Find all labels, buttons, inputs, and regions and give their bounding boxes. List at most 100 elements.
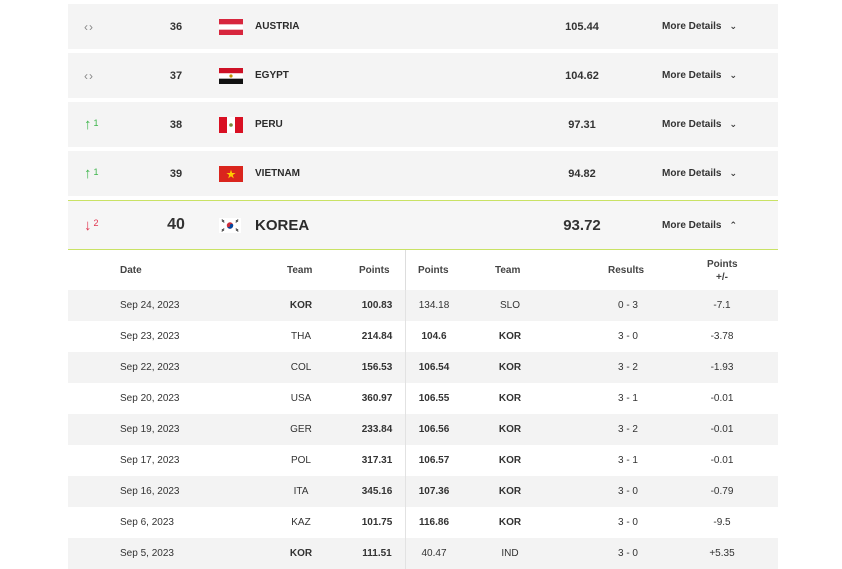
cell-points: 345.16: [361, 486, 393, 497]
cell-opp-team: KOR: [498, 455, 522, 466]
cell-date: Sep 16, 2023: [120, 486, 180, 497]
ranking-row[interactable]: ‹› 37 EGYPT 104.62 More Details ⌄: [68, 53, 778, 98]
cell-result: 3 - 0: [617, 486, 638, 497]
cell-points-change: -1.93: [710, 362, 734, 373]
cell-team: COL: [290, 362, 312, 373]
cell-date: Sep 6, 2023: [120, 517, 174, 528]
country-name: KOREA: [255, 216, 310, 234]
cell-opp-team: KOR: [498, 331, 522, 342]
chevron-down-icon: ⌄: [729, 21, 738, 31]
table-header: Date Team Points Points Team Results Poi…: [68, 250, 778, 290]
cell-team: KOR: [289, 300, 313, 311]
cell-points-change: +5.35: [709, 548, 735, 559]
column-divider: [405, 383, 406, 414]
cell-opp-points: 40.47: [421, 548, 447, 559]
more-details-button[interactable]: More Details ⌄: [662, 168, 737, 179]
header-team: Team: [287, 265, 313, 276]
header-change-sub: +/-: [716, 272, 728, 283]
cell-team: KAZ: [291, 517, 311, 528]
cell-points: 214.84: [361, 331, 393, 342]
rank-number: 36: [169, 20, 183, 33]
header-results: Results: [608, 265, 645, 276]
cell-opp-points: 106.56: [418, 424, 450, 435]
cell-opp-points: 116.86: [418, 517, 450, 528]
column-divider: [405, 507, 406, 538]
column-divider: [405, 352, 406, 383]
cell-points: 111.51: [362, 548, 392, 559]
ranking-row[interactable]: ↑ 1 38 PERU 97.31 More Details ⌄: [68, 102, 778, 147]
trend-up-icon: ↑ 1: [84, 116, 99, 133]
cell-points-change: -7.1: [713, 300, 731, 311]
ranking-row-expanded[interactable]: ↓ 2 40 KOREA 93.72 More Details ⌃: [68, 200, 778, 250]
ranking-points: 104.62: [565, 69, 599, 82]
rank-change: 2: [93, 218, 99, 228]
trend-unchanged-icon: ‹›: [84, 68, 94, 83]
cell-result: 3 - 1: [617, 393, 638, 404]
egypt-flag-icon: [219, 67, 243, 84]
table-row: Sep 6, 2023 KAZ 101.75 116.86 KOR 3 - 0 -9.5: [68, 507, 778, 538]
cell-opp-team: KOR: [498, 517, 522, 528]
more-details-button[interactable]: More Details ⌄: [662, 119, 737, 130]
cell-points-change: -0.01: [710, 455, 734, 466]
ranking-row[interactable]: ‹› 36 AUSTRIA 105.44 More Details ⌄: [68, 4, 778, 49]
table-row: Sep 5, 2023 KOR 111.51 40.47 IND 3 - 0 +5.35: [68, 538, 778, 569]
more-details-label: More Details: [662, 119, 722, 130]
trend-up-icon: ↑ 1: [84, 165, 99, 182]
table-row: Sep 19, 2023 GER 233.84 106.56 KOR 3 - 2 -0.01: [68, 414, 778, 445]
cell-result: 3 - 0: [617, 517, 638, 528]
cell-result: 3 - 1: [617, 455, 638, 466]
trend-unchanged-icon: ‹›: [84, 19, 94, 34]
cell-result: 3 - 2: [617, 362, 638, 373]
cell-team: THA: [291, 331, 311, 342]
cell-result: 3 - 0: [617, 548, 638, 559]
table-row: Sep 16, 2023 ITA 345.16 107.36 KOR 3 - 0 -0.79: [68, 476, 778, 507]
country-name: EGYPT: [255, 70, 289, 81]
chevron-down-icon: ⌄: [729, 70, 738, 80]
table-row: Sep 17, 2023 POL 317.31 106.57 KOR 3 - 1 -0.01: [68, 445, 778, 476]
cell-date: Sep 5, 2023: [120, 548, 174, 559]
more-details-button[interactable]: More Details ⌄: [662, 70, 737, 81]
vietnam-flag-icon: [219, 165, 243, 182]
cell-team: USA: [290, 393, 312, 404]
cell-opp-points: 107.36: [418, 486, 450, 497]
column-divider: [405, 414, 406, 445]
table-row: Sep 23, 2023 THA 214.84 104.6 KOR 3 - 0 -3.78: [68, 321, 778, 352]
cell-date: Sep 17, 2023: [120, 455, 180, 466]
ranking-row[interactable]: ↑ 1 39 VIETNAM 94.82 More Details ⌄: [68, 151, 778, 196]
rank-number: 37: [169, 69, 183, 82]
country-name: VIETNAM: [255, 168, 300, 179]
cell-result: 3 - 2: [617, 424, 638, 435]
cell-date: Sep 22, 2023: [120, 362, 180, 373]
cell-opp-points: 106.55: [418, 393, 450, 404]
ranking-points: 93.72: [563, 216, 601, 234]
cell-date: Sep 19, 2023: [120, 424, 180, 435]
header-change: Points: [707, 259, 738, 270]
more-details-button[interactable]: More Details ⌃: [662, 220, 737, 231]
more-details-button[interactable]: More Details ⌄: [662, 21, 737, 32]
column-divider: [405, 290, 406, 321]
more-details-label: More Details: [662, 70, 722, 81]
header-opp-points: Points: [418, 265, 449, 276]
cell-result: 3 - 0: [617, 331, 638, 342]
header-opp-team: Team: [495, 265, 521, 276]
cell-opp-team: SLO: [499, 300, 520, 311]
cell-date: Sep 24, 2023: [120, 300, 180, 311]
rank-number: 40: [167, 216, 185, 233]
cell-date: Sep 23, 2023: [120, 331, 180, 342]
ranking-points: 97.31: [568, 118, 596, 131]
cell-opp-team: KOR: [498, 393, 522, 404]
cell-points-change: -0.79: [710, 486, 734, 497]
header-points: Points: [359, 265, 390, 276]
column-divider: [405, 445, 406, 476]
cell-points: 233.84: [361, 424, 393, 435]
cell-points-change: -3.78: [710, 331, 734, 342]
table-row: Sep 22, 2023 COL 156.53 106.54 KOR 3 - 2 -1.93: [68, 352, 778, 383]
cell-points: 156.53: [361, 362, 393, 373]
rank-number: 39: [169, 167, 183, 180]
column-divider: [405, 538, 406, 569]
more-details-label: More Details: [662, 219, 722, 231]
table-row: Sep 24, 2023 KOR 100.83 134.18 SLO 0 - 3 -7.1: [68, 290, 778, 321]
country-name: AUSTRIA: [255, 21, 300, 32]
chevron-up-icon: ⌃: [729, 219, 738, 230]
rankings-list: ‹› 36 AUSTRIA 105.44 More Details ⌄ ‹› 3…: [68, 4, 778, 569]
